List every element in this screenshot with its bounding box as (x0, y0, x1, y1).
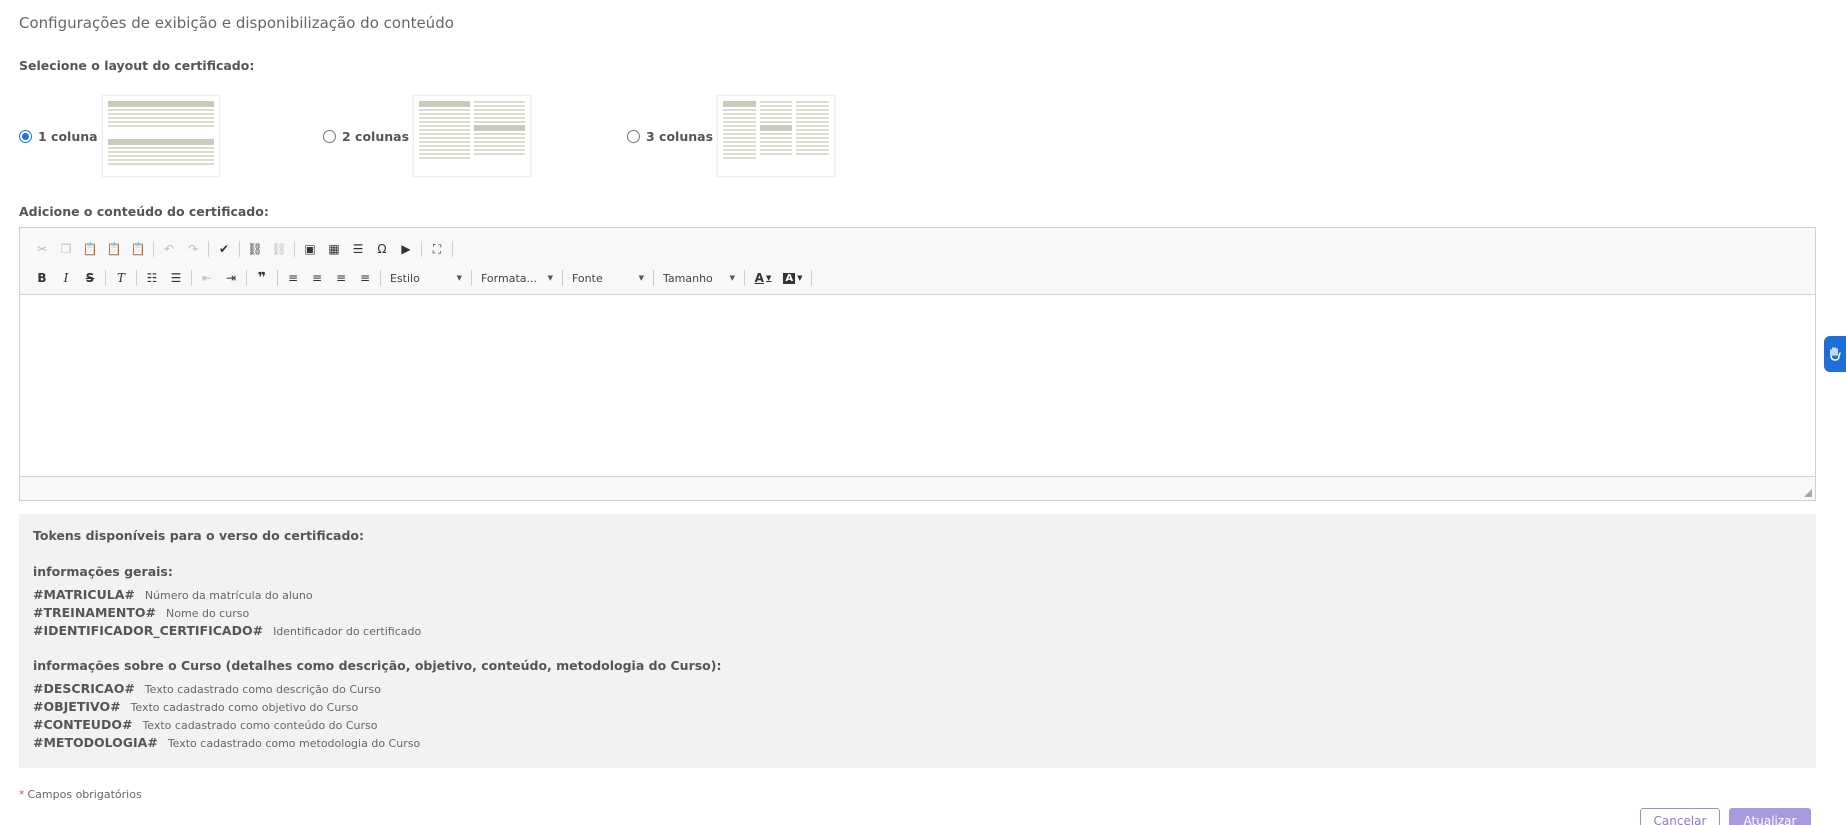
token-code: #TREINAMENTO# (33, 605, 157, 620)
update-button[interactable]: Atualizar (1729, 808, 1811, 825)
bulleted-list-icon[interactable]: ☰ (164, 267, 188, 289)
copy-icon[interactable]: ❐ (54, 238, 78, 260)
format-combo[interactable]: Formata... ▼ (475, 267, 559, 289)
image-icon[interactable]: ▣ (298, 238, 322, 260)
required-text: Campos obrigatórios (27, 788, 142, 801)
indent-icon[interactable]: ⇥ (219, 267, 243, 289)
sign-language-hand-icon (1830, 347, 1841, 361)
radio-1-coluna[interactable] (19, 129, 32, 143)
token-code: #IDENTIFICADOR_CERTIFICADO# (33, 623, 264, 638)
token-desc: Texto cadastrado como descrição do Curso (144, 683, 381, 696)
token-code: #MATRICULA# (33, 587, 135, 602)
tokens-panel: Tokens disponíveis para o verso do certi… (19, 514, 1816, 768)
token-code: #DESCRICAO# (33, 681, 135, 696)
required-star: * (19, 788, 25, 801)
layout-option-label: 3 colunas (646, 128, 714, 144)
align-justify-icon[interactable]: ≡ (353, 267, 377, 289)
chevron-down-icon: ▼ (456, 274, 462, 282)
redo-icon[interactable]: ↷ (181, 238, 205, 260)
token-row: #MATRICULA# Número da matrícula do aluno (33, 587, 313, 602)
editor-toolbar: ✂ ❐ 📋 📋 📋 ↶ ↷ ✔ ⛓ ⛓ ▣ ▦ ☰ Ω ▶ ⛶ B I S T … (20, 228, 1815, 295)
resize-handle-icon[interactable] (1804, 489, 1812, 497)
text-color-icon[interactable]: A ▼ (748, 267, 778, 289)
align-right-icon[interactable]: ≡ (329, 267, 353, 289)
token-row: #METODOLOGIA# Texto cadastrado como meto… (33, 735, 420, 750)
style-combo-label: Estilo (390, 271, 420, 285)
size-combo-label: Tamanho (663, 271, 713, 285)
chevron-down-icon: ▼ (638, 274, 644, 282)
outdent-icon[interactable]: ⇤ (195, 267, 219, 289)
layout-thumbnail-1-coluna[interactable] (101, 95, 220, 177)
layout-option-1-coluna[interactable]: 1 coluna (19, 95, 220, 177)
size-combo[interactable]: Tamanho ▼ (657, 267, 741, 289)
toolbar-row-2: B I S T ☷ ☰ ⇤ ⇥ ❞ ≡ ≡ ≡ ≡ Estilo ▼ Format… (30, 266, 815, 290)
tokens-general-heading: informações gerais: (33, 564, 173, 579)
style-combo[interactable]: Estilo ▼ (384, 267, 468, 289)
accessibility-tab[interactable] (1824, 336, 1846, 372)
required-fields-note: * Campos obrigatórios (19, 788, 142, 801)
token-code: #METODOLOGIA# (33, 735, 158, 750)
token-row: #TREINAMENTO# Nome do curso (33, 605, 249, 620)
layout-option-label: 2 colunas (342, 128, 410, 144)
unlink-icon[interactable]: ⛓ (267, 238, 291, 260)
chevron-down-icon: ▼ (547, 274, 553, 282)
layout-option-label: 1 coluna (38, 128, 98, 144)
token-row: #OBJETIVO# Texto cadastrado como objetiv… (33, 699, 358, 714)
layout-option-2-colunas[interactable]: 2 colunas (323, 95, 532, 177)
token-row: #IDENTIFICADOR_CERTIFICADO# Identificado… (33, 623, 421, 638)
certificate-content-editor[interactable]: ✂ ❐ 📋 📋 📋 ↶ ↷ ✔ ⛓ ⛓ ▣ ▦ ☰ Ω ▶ ⛶ B I S T … (19, 227, 1816, 501)
align-left-icon[interactable]: ≡ (281, 267, 305, 289)
editor-content-area[interactable] (20, 295, 1815, 477)
token-desc: Texto cadastrado como metodologia do Cur… (167, 737, 421, 750)
maximize-icon[interactable]: ⛶ (425, 238, 449, 260)
layout-label: Selecione o layout do certificado: (19, 58, 255, 73)
tokens-course-heading: informações sobre o Curso (detalhes como… (33, 658, 722, 673)
editor-statusbar (20, 476, 1815, 500)
chevron-down-icon: ▼ (729, 274, 735, 282)
remove-format-icon[interactable]: T (109, 267, 133, 289)
table-icon[interactable]: ▦ (322, 238, 346, 260)
token-code: #OBJETIVO# (33, 699, 121, 714)
spellcheck-icon[interactable]: ✔ (212, 238, 236, 260)
align-center-icon[interactable]: ≡ (305, 267, 329, 289)
italic-icon[interactable]: I (54, 267, 78, 289)
content-label: Adicione o conteúdo do certificado: (19, 204, 269, 219)
numbered-list-icon[interactable]: ☷ (140, 267, 164, 289)
undo-icon[interactable]: ↶ (157, 238, 181, 260)
token-desc: Número da matrícula do aluno (144, 589, 313, 602)
link-icon[interactable]: ⛓ (243, 238, 267, 260)
youtube-icon[interactable]: ▶ (394, 238, 418, 260)
cancel-button[interactable]: Cancelar (1640, 808, 1720, 825)
layout-thumbnail-3-colunas[interactable] (717, 95, 836, 177)
strikethrough-icon[interactable]: S (78, 267, 102, 289)
token-code: #CONTEUDO# (33, 717, 133, 732)
section-title: Configurações de exibição e disponibiliz… (19, 14, 454, 32)
horizontal-line-icon[interactable]: ☰ (346, 238, 370, 260)
blockquote-icon[interactable]: ❞ (250, 267, 274, 289)
radio-3-colunas[interactable] (627, 129, 640, 143)
paste-word-icon[interactable]: 📋 (126, 238, 150, 260)
token-row: #DESCRICAO# Texto cadastrado como descri… (33, 681, 381, 696)
token-row: #CONTEUDO# Texto cadastrado como conteúd… (33, 717, 378, 732)
format-combo-label: Formata... (481, 271, 537, 285)
toolbar-row-1: ✂ ❐ 📋 📋 📋 ↶ ↷ ✔ ⛓ ⛓ ▣ ▦ ☰ Ω ▶ ⛶ (30, 237, 456, 261)
token-desc: Texto cadastrado como objetivo do Curso (130, 701, 359, 714)
layout-option-3-colunas[interactable]: 3 colunas (627, 95, 836, 177)
token-desc: Texto cadastrado como conteúdo do Curso (142, 719, 378, 732)
paste-icon[interactable]: 📋 (78, 238, 102, 260)
radio-2-colunas[interactable] (323, 129, 336, 143)
cut-icon[interactable]: ✂ (30, 238, 54, 260)
font-combo[interactable]: Fonte ▼ (566, 267, 650, 289)
special-char-icon[interactable]: Ω (370, 238, 394, 260)
token-desc: Identificador do certificado (273, 625, 422, 638)
tokens-title: Tokens disponíveis para o verso do certi… (33, 528, 364, 543)
font-combo-label: Fonte (572, 271, 603, 285)
layout-thumbnail-2-colunas[interactable] (413, 95, 532, 177)
paste-text-icon[interactable]: 📋 (102, 238, 126, 260)
background-color-icon[interactable]: A ▼ (778, 267, 808, 289)
bold-icon[interactable]: B (30, 267, 54, 289)
token-desc: Nome do curso (166, 607, 250, 620)
